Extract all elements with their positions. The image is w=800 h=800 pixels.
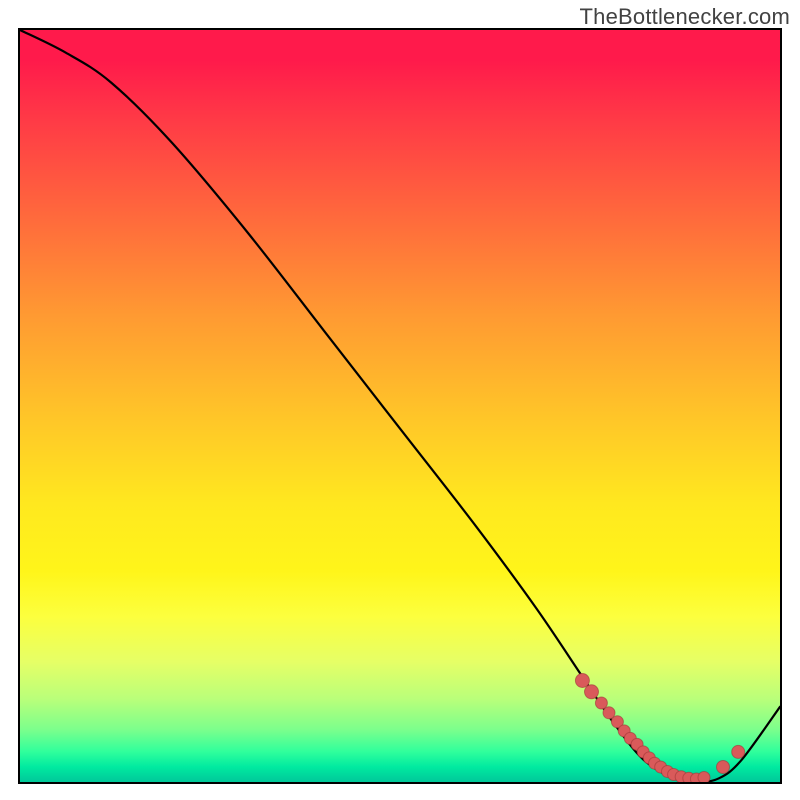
marker-group bbox=[575, 674, 744, 783]
marker-dot bbox=[585, 685, 599, 699]
plot-area bbox=[18, 28, 782, 784]
marker-dot bbox=[698, 772, 710, 783]
curve-layer bbox=[20, 30, 780, 782]
marker-dot bbox=[732, 745, 745, 758]
attribution-label: TheBottlenecker.com bbox=[580, 4, 790, 30]
chart-container: TheBottlenecker.com bbox=[0, 0, 800, 800]
marker-dot bbox=[717, 761, 730, 774]
bottleneck-curve bbox=[20, 30, 780, 782]
marker-dot bbox=[595, 697, 607, 709]
marker-dot bbox=[575, 674, 589, 688]
